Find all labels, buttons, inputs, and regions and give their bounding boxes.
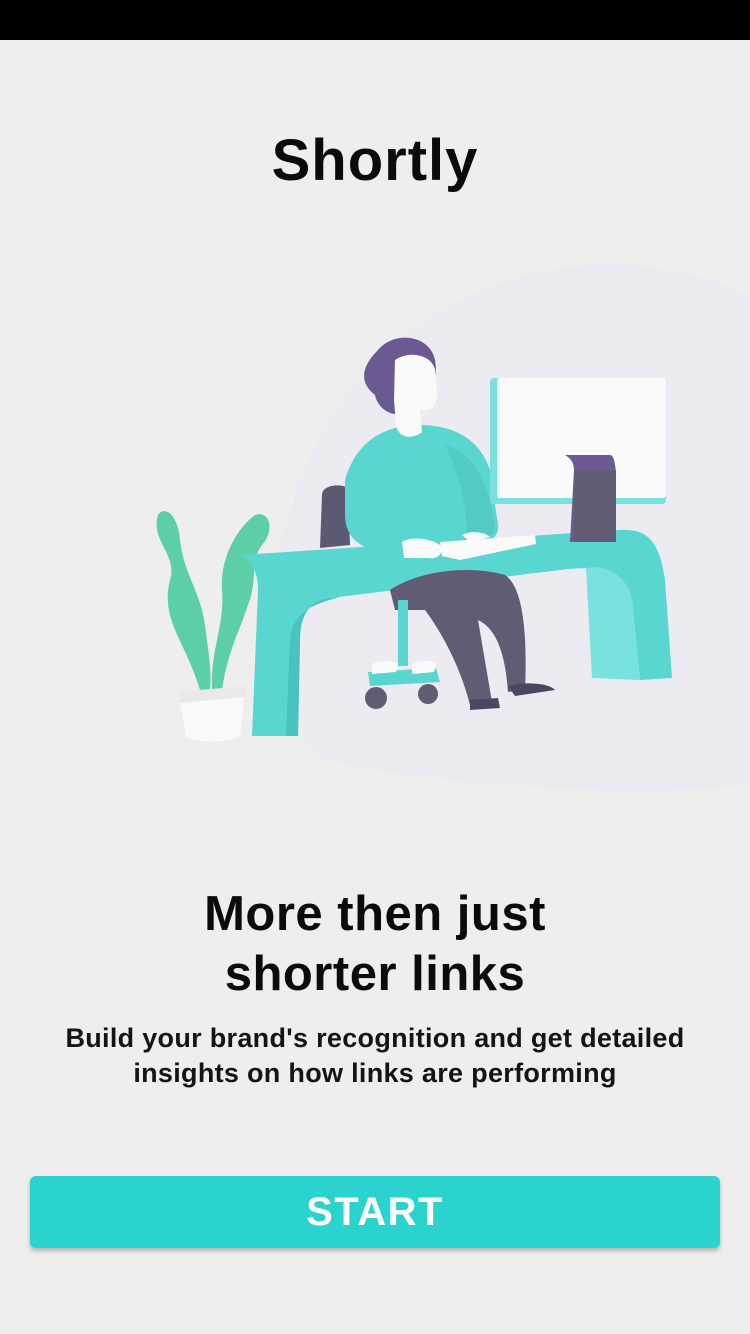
headline-line-1: More then just	[204, 887, 546, 941]
onboarding-headline: More then just shorter links	[75, 884, 675, 1004]
status-bar	[0, 0, 750, 40]
app-title: Shortly	[271, 128, 479, 193]
headline-line-2: shorter links	[224, 947, 526, 1001]
description-line-2: insights on how links are performing	[133, 1058, 617, 1088]
onboarding-description: Build your brand's recognition and get d…	[25, 1021, 725, 1091]
working-illustration	[156, 265, 750, 790]
description-line-1: Build your brand's recognition and get d…	[65, 1023, 685, 1053]
plant-icon	[156, 511, 270, 742]
start-button[interactable]: START	[30, 1176, 720, 1248]
